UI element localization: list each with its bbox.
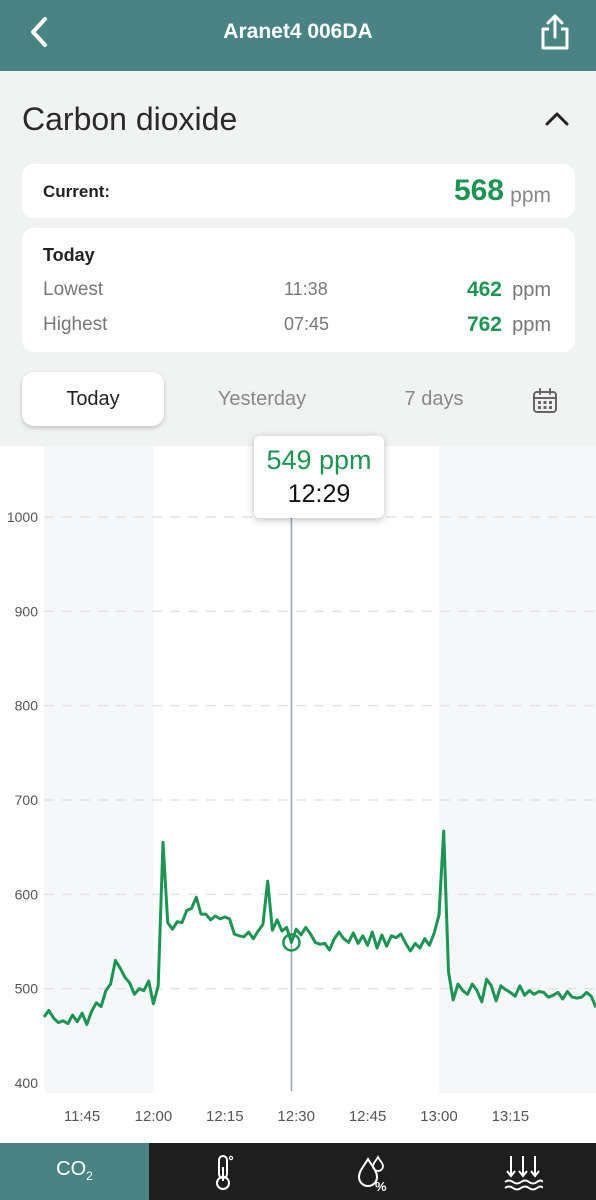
row-unit: ppm [512,314,551,336]
x-tick-label: 12:30 [277,1108,315,1125]
bottom-nav: CO2 % [0,1143,596,1200]
y-tick-label: 700 [15,792,39,808]
y-tick-label: 400 [15,1075,39,1091]
row-time: 11:38 [284,279,328,299]
lowest-row: Lowest 11:38 462 ppm [22,278,575,309]
x-tick-label: 12:15 [206,1108,244,1125]
co2-chart[interactable]: 400 500 600 700 800 900 1000 11:45 12:00 12:15 12:… [0,446,596,1143]
x-tick-label: 12:45 [349,1108,387,1125]
thermometer-icon [216,1155,234,1190]
co2-icon: CO2 [56,1158,93,1183]
top-app-bar: Aranet4 006DA [0,0,596,71]
chart-band [44,446,154,1093]
calendar-icon[interactable] [532,388,558,414]
current-value: 568 [453,174,504,207]
tooltip-time: 12:29 [287,480,351,508]
current-label: Current: [43,182,111,201]
current-card: Current: 568 ppm [22,164,575,218]
row-value: 462 [466,278,502,301]
current-unit: ppm [510,184,551,207]
device-title: Aranet4 006DA [223,20,373,43]
period-tabs: Today Yesterday 7 days [0,372,596,428]
nav-pressure[interactable] [447,1143,596,1200]
humidity-icon: % [357,1154,387,1193]
row-label: Highest [43,314,108,335]
today-header: Today [43,245,95,265]
today-stats-card: Today Lowest 11:38 462 ppm Highest 07:45… [22,228,575,352]
x-tick-label: 11:45 [64,1108,100,1125]
svg-text:%: % [375,1179,387,1193]
row-value: 762 [466,313,502,336]
nav-humidity[interactable]: % [298,1143,447,1200]
x-tick-label: 12:00 [135,1108,173,1125]
chart-svg[interactable]: 400 500 600 700 800 900 1000 11:45 12:00 12:15 12:… [0,446,596,1143]
pressure-icon [504,1156,543,1191]
y-tick-label: 800 [15,698,39,714]
tab-yesterday[interactable]: Yesterday [190,372,334,426]
y-tick-label: 600 [15,886,39,902]
nav-co2[interactable]: CO2 [0,1143,149,1200]
chart-tooltip: 549 ppm 12:29 [254,436,384,518]
tab-today[interactable]: Today [22,372,164,426]
share-icon[interactable] [538,12,572,52]
row-time: 07:45 [284,314,330,334]
y-tick-label: 500 [15,981,39,997]
section-title: Carbon dioxide [22,101,238,137]
row-label: Lowest [43,279,104,300]
y-tick-label: 900 [15,603,39,619]
tab-7-days[interactable]: 7 days [364,372,504,426]
tooltip-value: 549 ppm [266,445,372,475]
highest-row: Highest 07:45 762 ppm [22,313,575,344]
chevron-up-icon[interactable] [542,104,572,134]
x-tick-label: 13:15 [492,1108,530,1125]
row-unit: ppm [512,279,551,301]
x-tick-label: 13:00 [420,1108,458,1125]
nav-temperature[interactable] [149,1143,298,1200]
y-tick-label: 1000 [7,509,38,525]
